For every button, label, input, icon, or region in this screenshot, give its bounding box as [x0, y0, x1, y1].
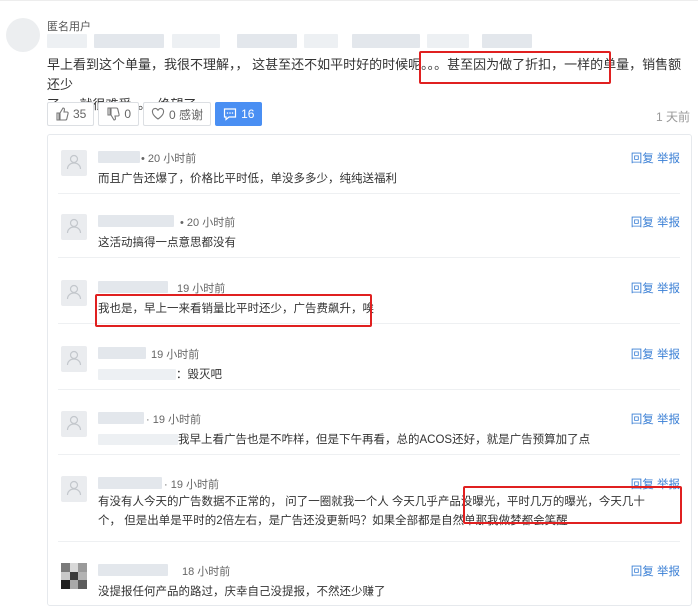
- reply-item: · 19 小时前 有没有人今天的广告数据不正常的， 问了一圈就我一个人 今天几乎…: [58, 464, 680, 542]
- reply-actions: 回复 举报: [631, 280, 680, 296]
- post-username[interactable]: 匿名用户: [47, 18, 91, 34]
- reply-button[interactable]: 回复: [631, 414, 654, 426]
- report-button[interactable]: 举报: [657, 217, 680, 229]
- avatar[interactable]: [61, 214, 87, 240]
- top-divider: [0, 0, 698, 1]
- post-line-1: 早上看到这个单量，我很不理解，， 这甚至还不如平时好的时候呢。。。甚至因为做了折…: [47, 57, 682, 92]
- report-button[interactable]: 举报: [657, 153, 680, 165]
- reply-time: • 20 小时前: [141, 153, 197, 165]
- reply-username-blurred[interactable]: [98, 564, 168, 576]
- reply-divider: [58, 389, 680, 390]
- reply-divider: [58, 323, 680, 324]
- reply-username-blurred[interactable]: [98, 412, 144, 424]
- reply-username-blurred[interactable]: [98, 477, 162, 489]
- dislike-count: 0: [124, 107, 132, 121]
- reply-text-content: ：毁灭吧: [176, 369, 222, 381]
- reply-button[interactable]: 回复: [631, 566, 654, 578]
- reply-actions: 回复 举报: [631, 346, 680, 362]
- reply-username-blurred[interactable]: [98, 151, 140, 163]
- reply-item: · 19 小时前 我早上看广告也是不咋样，但是下午再看，总的ACOS还好，就是广…: [58, 399, 680, 455]
- avatar[interactable]: [61, 346, 87, 372]
- reply-username-blurred[interactable]: [98, 347, 146, 359]
- reply-item: 19 小时前 ：毁灭吧 回复 举报: [58, 334, 680, 390]
- user-icon: [65, 479, 83, 500]
- user-icon: [65, 217, 83, 238]
- reply-item: • 20 小时前 而且广告还爆了，价格比平时低，单没多多少，纯纯送福利 回复 举…: [58, 138, 680, 194]
- reply-text: 我早上看广告也是不咋样，但是下午再看，总的ACOS还好，就是广告预算加了点: [98, 431, 590, 447]
- avatar[interactable]: [61, 476, 87, 502]
- like-button[interactable]: 35: [47, 102, 95, 126]
- reply-item: 19 小时前 我也是，早上一来看销量比平时还少，广告费飙升，唉 回复 举报: [58, 268, 680, 324]
- comments-button[interactable]: 16: [215, 102, 263, 126]
- post-actions: 35 0 0 感谢 16: [47, 102, 266, 126]
- reply-username-blurred[interactable]: [98, 215, 174, 227]
- reply-text: ：毁灭吧: [98, 366, 222, 382]
- avatar[interactable]: [61, 411, 87, 437]
- thumbs-down-icon: [106, 107, 121, 121]
- user-icon: [65, 414, 83, 435]
- heart-icon: [151, 107, 165, 121]
- avatar[interactable]: [61, 280, 87, 306]
- reply-time: 19 小时前: [177, 283, 226, 295]
- replies-panel: • 20 小时前 而且广告还爆了，价格比平时低，单没多多少，纯纯送福利 回复 举…: [47, 134, 692, 606]
- report-button[interactable]: 举报: [657, 414, 680, 426]
- reply-time: 18 小时前: [182, 566, 231, 578]
- post-meta-blurred: [47, 34, 533, 48]
- reply-button[interactable]: 回复: [631, 153, 654, 165]
- avatar[interactable]: [61, 563, 87, 589]
- reply-divider: [58, 193, 680, 194]
- avatar[interactable]: [6, 18, 40, 52]
- reply-item: • 20 小时前 这活动搞得一点意思都没有 回复 举报: [58, 202, 680, 258]
- reply-time: · 19 小时前: [146, 414, 202, 426]
- comment-count: 16: [241, 107, 255, 121]
- reply-text: 没提报任何产品的路过，庆幸自己没提报，不然还少赚了: [98, 586, 386, 598]
- reply-actions: 回复 举报: [631, 214, 680, 230]
- reply-item: 18 小时前 没提报任何产品的路过，庆幸自己没提报，不然还少赚了 回复 举报: [58, 551, 680, 607]
- reply-divider: [58, 454, 680, 455]
- reply-time: • 20 小时前: [180, 217, 236, 229]
- report-button[interactable]: 举报: [657, 349, 680, 361]
- user-icon: [65, 283, 83, 304]
- reply-time: 19 小时前: [151, 349, 200, 361]
- reply-text: 我也是，早上一来看销量比平时还少，广告费飙升，唉: [98, 303, 374, 315]
- report-button[interactable]: 举报: [657, 479, 680, 491]
- reply-divider: [58, 541, 680, 542]
- reply-actions: 回复 举报: [631, 563, 680, 579]
- user-icon: [65, 349, 83, 370]
- report-button[interactable]: 举报: [657, 283, 680, 295]
- reply-button[interactable]: 回复: [631, 479, 654, 491]
- reply-button[interactable]: 回复: [631, 283, 654, 295]
- reply-time: · 19 小时前: [164, 479, 220, 491]
- dislike-button[interactable]: 0: [98, 102, 140, 126]
- reply-actions: 回复 举报: [631, 150, 680, 166]
- thanks-label: 0 感谢: [169, 107, 204, 122]
- reply-actions: 回复 举报: [631, 411, 680, 427]
- report-button[interactable]: 举报: [657, 566, 680, 578]
- post-time: 1 天前: [655, 110, 690, 124]
- reply-text: 而且广告还爆了，价格比平时低，单没多多少，纯纯送福利: [98, 173, 397, 185]
- user-icon: [65, 153, 83, 174]
- thanks-button[interactable]: 0 感谢: [143, 102, 212, 126]
- reply-username-blurred[interactable]: [98, 281, 168, 293]
- avatar[interactable]: [61, 150, 87, 176]
- reply-text: 这活动搞得一点意思都没有: [98, 237, 236, 249]
- reply-text-content: 我早上看广告也是不咋样，但是下午再看，总的ACOS还好，就是广告预算加了点: [178, 434, 591, 446]
- reply-text: 有没有人今天的广告数据不正常的， 问了一圈就我一个人 今天几乎产品没曝光，平时几…: [98, 496, 645, 527]
- like-count: 35: [73, 107, 87, 121]
- reply-actions: 回复 举报: [631, 476, 680, 492]
- thumbs-up-icon: [55, 107, 69, 121]
- reply-button[interactable]: 回复: [631, 217, 654, 229]
- reply-divider: [58, 257, 680, 258]
- reply-button[interactable]: 回复: [631, 349, 654, 361]
- comment-icon: [223, 107, 237, 121]
